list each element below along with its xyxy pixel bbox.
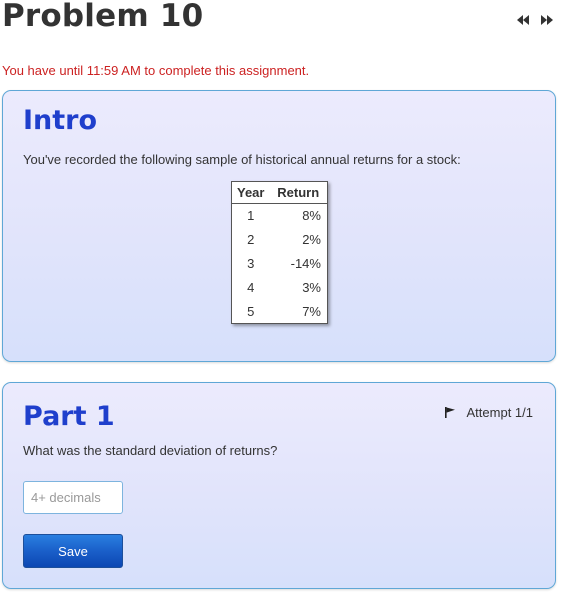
returns-table: Year Return 1 8% 2 2% 3 -14% 4 3% 5 7% <box>231 181 328 324</box>
page-title: Problem 10 <box>2 0 204 34</box>
table-header-row: Year Return <box>231 181 328 204</box>
problem-navigation <box>516 14 554 28</box>
next-problem-button[interactable] <box>540 14 554 28</box>
table-row: 1 8% <box>232 204 328 228</box>
flag-icon[interactable] <box>444 407 455 418</box>
year-cell: 5 <box>247 303 255 319</box>
fast-forward-icon <box>541 12 553 30</box>
table-row: 5 7% <box>232 300 328 324</box>
column-header-return: Return <box>269 181 328 204</box>
year-cell: 3 <box>247 256 255 271</box>
year-cell: 2 <box>247 232 255 247</box>
table-row: 2 2% <box>232 228 328 252</box>
return-cell: 3% <box>302 280 321 295</box>
intro-panel: Intro You've recorded the following samp… <box>2 90 556 362</box>
part-1-panel: Part 1 Attempt 1/1 What was the standard… <box>2 382 556 589</box>
previous-problem-button[interactable] <box>516 14 530 28</box>
deadline-notice: You have until 11:59 AM to complete this… <box>2 63 310 78</box>
return-cell: 2% <box>302 232 321 247</box>
intro-text: You've recorded the following sample of … <box>23 152 461 167</box>
attempt-label: Attempt 1/1 <box>466 405 533 420</box>
assignment-page: Problem 10 You have until 11:59 AM to co… <box>0 0 562 604</box>
answer-input[interactable] <box>23 481 123 514</box>
question-text: What was the standard deviation of retur… <box>23 443 278 458</box>
return-cell: 7% <box>302 303 321 319</box>
return-cell: -14% <box>290 256 321 271</box>
table-row: 4 3% <box>232 276 328 300</box>
year-cell: 1 <box>247 208 255 224</box>
attempt-indicator: Attempt 1/1 <box>444 405 533 420</box>
part-1-heading: Part 1 <box>23 401 115 432</box>
year-cell: 4 <box>247 280 255 295</box>
rewind-icon <box>517 12 529 30</box>
column-header-year: Year <box>231 181 270 204</box>
table-row: 3 -14% <box>232 252 328 276</box>
intro-heading: Intro <box>23 105 98 136</box>
save-button[interactable]: Save <box>23 534 123 568</box>
return-cell: 8% <box>302 208 321 224</box>
